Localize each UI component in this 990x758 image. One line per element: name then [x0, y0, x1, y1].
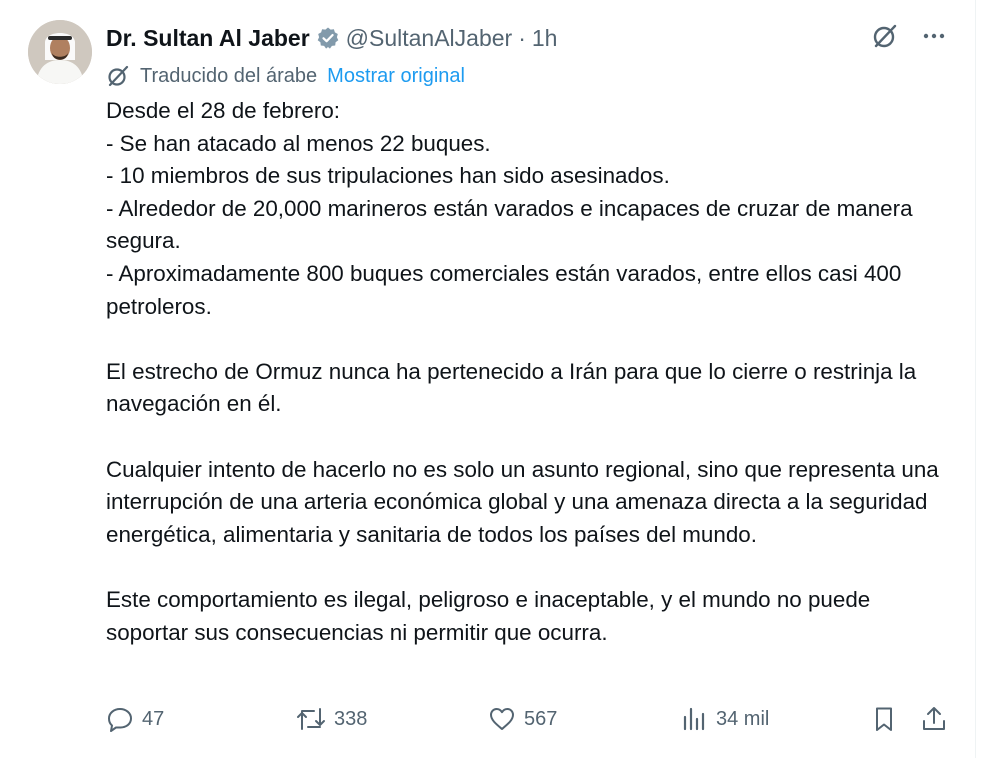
text-line: - Se han atacado al menos 22 buques. — [106, 130, 491, 156]
text-paragraph: Cualquier intento de hacerlo no es solo … — [106, 456, 939, 547]
repost-icon — [297, 708, 325, 730]
avatar[interactable] — [28, 20, 92, 84]
tweet-text: Desde el 28 de febrero: - Se han atacado… — [106, 95, 956, 649]
like-button[interactable]: 567 — [488, 704, 557, 734]
repost-button[interactable]: 338 — [296, 704, 367, 734]
like-count: 567 — [524, 707, 558, 730]
top-right-actions — [871, 22, 947, 50]
timestamp[interactable]: 1h — [532, 25, 558, 52]
more-icon[interactable] — [921, 23, 947, 49]
grok-translate-icon — [106, 64, 130, 88]
reply-button[interactable]: 47 — [106, 704, 164, 734]
translation-notice: Traducido del árabe Mostrar original — [106, 62, 465, 90]
verified-badge-icon — [316, 26, 340, 50]
tweet-header: Dr. Sultan Al Jaber @SultanAlJaber · 1h — [106, 22, 557, 54]
view-count: 34 mil — [716, 707, 770, 730]
tweet: Dr. Sultan Al Jaber @SultanAlJaber · 1h — [0, 0, 976, 758]
heart-icon — [490, 708, 514, 730]
text-line: - Aproximadamente 800 buques comerciales… — [106, 260, 902, 319]
show-original-link[interactable]: Mostrar original — [327, 65, 465, 88]
text-line: - Alrededor de 20,000 marineros están va… — [106, 195, 913, 254]
repost-count: 338 — [334, 707, 368, 730]
text-line: - 10 miembros de sus tripulaciones han s… — [106, 163, 670, 189]
translated-label: Traducido del árabe — [140, 64, 318, 87]
author-name[interactable]: Dr. Sultan Al Jaber — [106, 25, 310, 52]
text-line: Desde el 28 de febrero: — [106, 98, 341, 123]
reply-count: 47 — [142, 707, 165, 730]
share-icon — [923, 707, 945, 730]
share-button[interactable] — [920, 704, 948, 734]
action-bar: 47 338 567 34 mil — [106, 704, 947, 734]
bookmark-icon — [876, 707, 892, 731]
grok-translate-icon[interactable] — [871, 22, 899, 50]
text-paragraph: Este comportamiento es ilegal, peligroso… — [106, 586, 871, 645]
views-button[interactable]: 34 mil — [680, 704, 769, 734]
separator-dot: · — [518, 24, 526, 51]
text-paragraph: El estrecho de Ormuz nunca ha pertenecid… — [106, 358, 917, 417]
bar-chart-icon — [683, 707, 705, 731]
reply-icon — [108, 708, 132, 732]
bookmark-button[interactable] — [870, 704, 898, 734]
author-handle[interactable]: @SultanAlJaber — [346, 25, 513, 52]
